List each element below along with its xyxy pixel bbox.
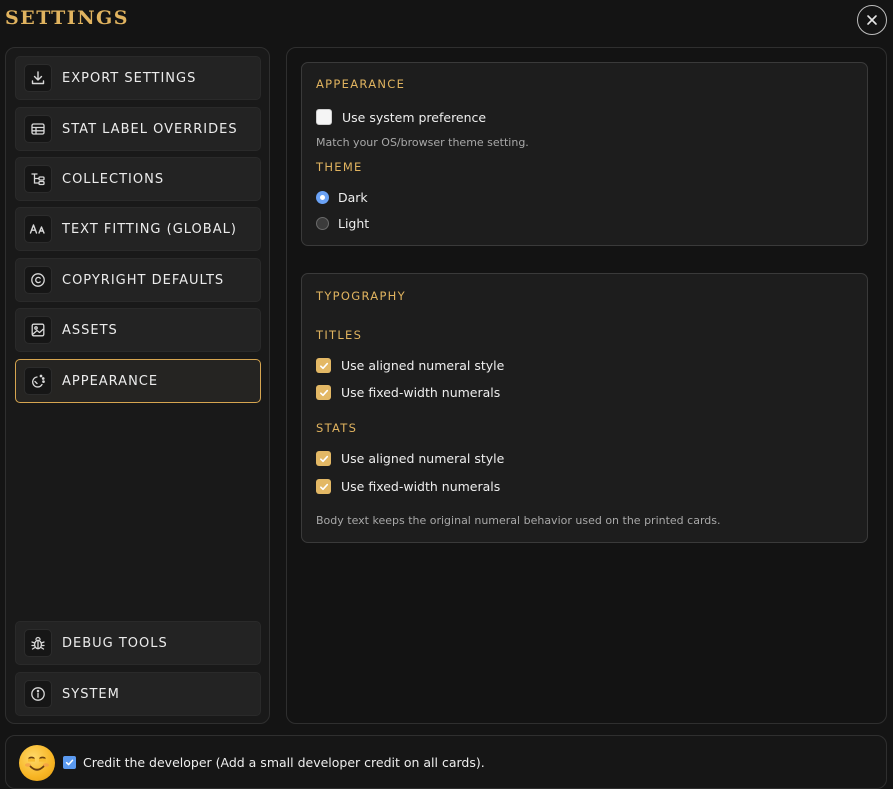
stats-fixed-width-toggle[interactable]: Use fixed-width numerals (316, 479, 500, 494)
sidebar-item-label: ASSETS (62, 322, 118, 338)
settings-sidebar: EXPORT SETTINGS STAT LABEL OVERRIDES COL… (5, 47, 270, 724)
theme-heading: THEME (316, 160, 363, 174)
sidebar-item-appearance[interactable]: APPEARANCE (15, 359, 261, 403)
appearance-panel: APPEARANCE Use system preference Match y… (301, 62, 868, 246)
copyright-icon (24, 266, 52, 294)
credit-footer: Credit the developer (Add a small develo… (5, 735, 887, 789)
image-icon (24, 316, 52, 344)
credit-developer-checkbox[interactable] (63, 756, 76, 769)
stats-aligned-numerals-checkbox[interactable] (316, 451, 331, 466)
palette-icon (24, 367, 52, 395)
titles-heading: TITLES (316, 328, 363, 342)
stats-aligned-numerals-label: Use aligned numeral style (341, 451, 505, 466)
titles-aligned-numerals-label: Use aligned numeral style (341, 358, 505, 373)
system-preference-toggle[interactable]: Use system preference (316, 109, 486, 125)
system-preference-checkbox[interactable] (316, 109, 332, 125)
system-preference-label: Use system preference (342, 109, 487, 125)
theme-light-label: Light (338, 216, 370, 231)
settings-content: APPEARANCE Use system preference Match y… (286, 47, 887, 724)
titles-aligned-numerals-checkbox[interactable] (316, 358, 331, 373)
sidebar-item-label: APPEARANCE (62, 373, 159, 389)
close-button[interactable] (857, 5, 887, 35)
sidebar-item-label: TEXT FITTING (GLOBAL) (62, 221, 237, 237)
text-size-icon (24, 215, 52, 243)
stats-aligned-numerals-toggle[interactable]: Use aligned numeral style (316, 451, 504, 466)
sidebar-item-debug-tools[interactable]: DEBUG TOOLS (15, 621, 261, 665)
sidebar-item-stat-label-overrides[interactable]: STAT LABEL OVERRIDES (15, 107, 261, 151)
sidebar-item-collections[interactable]: COLLECTIONS (15, 157, 261, 201)
check-icon (319, 362, 328, 369)
typography-note: Body text keeps the original numeral beh… (316, 514, 721, 527)
titles-fixed-width-toggle[interactable]: Use fixed-width numerals (316, 385, 500, 400)
stats-heading: STATS (316, 421, 358, 435)
titles-fixed-width-checkbox[interactable] (316, 385, 331, 400)
theme-light-radio[interactable] (316, 217, 329, 230)
check-icon (319, 389, 328, 396)
titles-aligned-numerals-toggle[interactable]: Use aligned numeral style (316, 358, 504, 373)
credit-developer-label[interactable]: Credit the developer (Add a small develo… (83, 755, 485, 770)
titles-fixed-width-label: Use fixed-width numerals (341, 385, 501, 400)
sidebar-item-label: SYSTEM (62, 686, 120, 702)
sidebar-item-label: EXPORT SETTINGS (62, 70, 197, 86)
tree-icon (24, 165, 52, 193)
typography-panel: TYPOGRAPHY TITLES Use aligned numeral st… (301, 273, 868, 543)
sidebar-item-copyright-defaults[interactable]: COPYRIGHT DEFAULTS (15, 258, 261, 302)
bug-icon (24, 629, 52, 657)
theme-dark-radio[interactable] (316, 191, 329, 204)
page-title: SETTINGS (5, 7, 130, 29)
close-icon (867, 15, 877, 25)
theme-dark-label: Dark (338, 190, 368, 205)
stats-fixed-width-label: Use fixed-width numerals (341, 479, 501, 494)
theme-option-light[interactable]: Light (316, 216, 369, 231)
check-icon (319, 483, 328, 490)
section-heading-typography: TYPOGRAPHY (316, 289, 406, 303)
sidebar-item-export-settings[interactable]: EXPORT SETTINGS (15, 56, 261, 100)
sidebar-item-system[interactable]: SYSTEM (15, 672, 261, 716)
table-icon (24, 115, 52, 143)
system-preference-hint: Match your OS/browser theme setting. (316, 136, 529, 149)
sidebar-item-text-fitting[interactable]: TEXT FITTING (GLOBAL) (15, 207, 261, 251)
section-heading-appearance: APPEARANCE (316, 77, 406, 91)
sidebar-item-label: COPYRIGHT DEFAULTS (62, 272, 225, 288)
check-icon (319, 455, 328, 462)
sidebar-item-label: COLLECTIONS (62, 171, 165, 187)
info-icon (24, 680, 52, 708)
theme-option-dark[interactable]: Dark (316, 190, 368, 205)
sidebar-item-label: STAT LABEL OVERRIDES (62, 121, 238, 137)
sidebar-item-assets[interactable]: ASSETS (15, 308, 261, 352)
check-icon (65, 759, 74, 766)
download-icon (24, 64, 52, 92)
stats-fixed-width-checkbox[interactable] (316, 479, 331, 494)
smiley-emoji-icon (19, 745, 55, 781)
sidebar-item-label: DEBUG TOOLS (62, 635, 168, 651)
